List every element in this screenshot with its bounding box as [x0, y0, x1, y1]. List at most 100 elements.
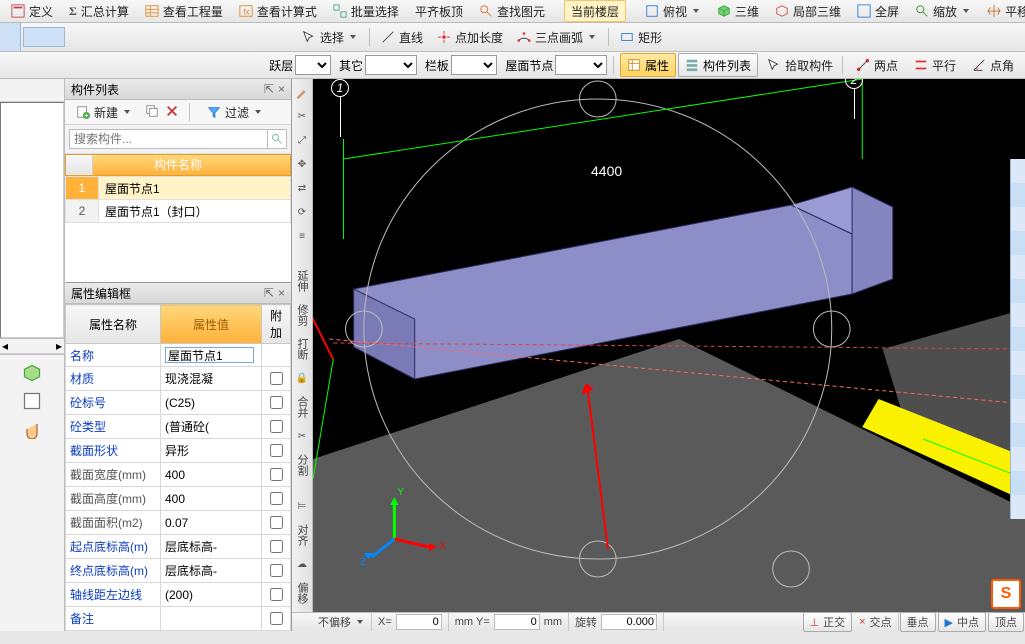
row-number: 2 — [66, 200, 99, 223]
menu-align-slab-top[interactable]: 平齐板顶 — [408, 0, 470, 22]
parallel-button[interactable]: 平行 — [907, 54, 963, 76]
delete-icon[interactable] — [165, 104, 179, 121]
brush-icon[interactable] — [293, 83, 311, 101]
label: 两点 — [874, 57, 898, 74]
node-2: 2 — [845, 79, 863, 119]
node-1: 1 — [331, 79, 349, 137]
line-tool[interactable]: 直线 — [374, 26, 430, 48]
y-input[interactable] — [494, 614, 540, 630]
break-tool[interactable]: 打断 — [293, 335, 311, 363]
offset-icon[interactable]: ≡ — [293, 227, 311, 245]
label: 查找图元 — [497, 3, 545, 20]
label: 属性 — [645, 57, 669, 74]
split-tool[interactable]: 分割 — [293, 451, 311, 479]
menu-view-qty[interactable]: 查看工程量 — [138, 0, 230, 22]
chevron-down-icon — [691, 6, 701, 16]
offset-tool[interactable]: 偏移 — [293, 579, 311, 607]
other-combo[interactable] — [365, 55, 417, 75]
align-icon[interactable]: ⊨ — [293, 497, 311, 515]
sheet-icon[interactable] — [22, 391, 42, 411]
menu-find-element[interactable]: 查找图元 — [472, 0, 552, 22]
arc-add-length-tool[interactable]: 点加长度 — [430, 26, 510, 48]
two-point-button[interactable]: 两点 — [849, 54, 905, 76]
prop-row: 备注 — [66, 607, 291, 631]
menu-current-floor[interactable]: 当前楼层 — [564, 0, 626, 22]
new-button[interactable]: 新建 — [69, 101, 139, 123]
empty-list — [0, 102, 64, 338]
menu-summary[interactable]: Σ汇总计算 — [62, 0, 136, 22]
menu-pan[interactable]: 平移 — [980, 0, 1025, 22]
menu-define[interactable]: 定义 — [4, 0, 60, 22]
filter-button[interactable]: 过滤 — [200, 101, 270, 123]
component-list-button[interactable]: 构件列表 — [678, 53, 758, 77]
point-angle-button[interactable]: 点角 — [965, 54, 1021, 76]
label: 平行 — [932, 57, 956, 74]
search-input[interactable] — [69, 129, 268, 149]
align-tool[interactable]: 对齐 — [293, 521, 311, 549]
label: 选择 — [320, 29, 344, 46]
right-snap-bar[interactable] — [1010, 159, 1025, 519]
attributes-button[interactable]: 属性 — [620, 53, 676, 77]
mid-button[interactable]: ▶中点 — [938, 612, 986, 632]
mirror-icon[interactable]: ⇄ — [293, 179, 311, 197]
docked-tab-2[interactable] — [23, 27, 65, 47]
menu-zoom[interactable]: 缩放 — [908, 0, 978, 22]
extra-checkbox — [270, 588, 283, 601]
table-row[interactable]: 2屋面节点1（封口） — [66, 200, 291, 223]
apex-button[interactable]: 顶点 — [988, 612, 1024, 632]
name-input[interactable] — [165, 347, 254, 363]
extra-checkbox — [270, 564, 283, 577]
slab-combo[interactable] — [451, 55, 497, 75]
menu-view-formula[interactable]: fx查看计算式 — [232, 0, 324, 22]
move-icon[interactable]: ✥ — [293, 155, 311, 173]
copy-icon[interactable] — [145, 104, 159, 121]
expand-icon[interactable]: ⤢ — [293, 131, 311, 149]
merge-tool[interactable]: 合并 — [293, 393, 311, 421]
menu-3d[interactable]: 三维 — [710, 0, 766, 22]
extra-checkbox — [270, 516, 283, 529]
arc-3pt-tool[interactable]: 三点画弧 — [510, 26, 604, 48]
perp-button[interactable]: 垂点 — [900, 612, 936, 632]
prop-row: 轴线距左边线(200) — [66, 583, 291, 607]
left-stack-icons — [0, 354, 64, 631]
trim-tool[interactable]: 修剪 — [293, 301, 311, 329]
close-icon[interactable]: × — [278, 82, 285, 96]
floor-combo[interactable] — [295, 55, 331, 75]
rect-tool[interactable]: 矩形 — [613, 26, 669, 48]
menu-local-3d[interactable]: 局部三维 — [768, 0, 848, 22]
lock-icon[interactable]: 🔒 — [293, 369, 311, 387]
menu-batch-select[interactable]: 批量选择 — [326, 0, 406, 22]
pin-icon[interactable]: ⇱ — [264, 286, 274, 300]
ime-indicator[interactable]: S — [991, 579, 1021, 609]
rot-input[interactable] — [601, 614, 657, 630]
separator — [189, 103, 190, 121]
rotate-icon[interactable]: ⟳ — [293, 203, 311, 221]
label: 点角 — [990, 57, 1014, 74]
search-icon[interactable] — [268, 129, 287, 149]
3d-canvas[interactable]: Y X Z 4400 1 2 — [313, 79, 1025, 613]
scroll-right-icon[interactable]: ▸ — [56, 339, 62, 353]
hand-icon[interactable] — [22, 419, 42, 439]
close-icon[interactable]: × — [278, 286, 285, 300]
cut-icon[interactable]: ✂ — [293, 107, 311, 125]
label: 拾取构件 — [785, 57, 833, 74]
menu-fullscreen[interactable]: 全屏 — [850, 0, 906, 22]
cube-icon[interactable] — [22, 363, 42, 383]
extend-tool[interactable]: 延伸 — [293, 267, 311, 295]
pin-icon[interactable]: ⇱ — [264, 82, 274, 96]
roof-combo[interactable] — [555, 55, 607, 75]
col-attr-name: 属性名称 — [66, 305, 161, 344]
main-area: ◂▸ 构件列表 ⇱× 新建 过滤 构件名称 1屋面节点1 — [0, 79, 1025, 631]
ortho-button[interactable]: ⊥正交 — [803, 612, 853, 632]
cloud-icon[interactable]: ☁ — [293, 555, 311, 573]
split-icon[interactable]: ✂ — [293, 427, 311, 445]
offset-mode[interactable]: 不偏移 — [312, 613, 372, 631]
scroll-left-icon[interactable]: ◂ — [2, 339, 8, 353]
table-row[interactable]: 1屋面节点1 — [66, 177, 291, 200]
pick-component-button[interactable]: 拾取构件 — [760, 54, 840, 76]
prop-row: 起点底标高(m)层底标高- — [66, 535, 291, 559]
x-input[interactable] — [396, 614, 442, 630]
docked-tab[interactable] — [0, 23, 21, 51]
select-tool[interactable]: 选择 — [295, 26, 365, 48]
menu-top-view[interactable]: 俯视 — [638, 0, 708, 22]
